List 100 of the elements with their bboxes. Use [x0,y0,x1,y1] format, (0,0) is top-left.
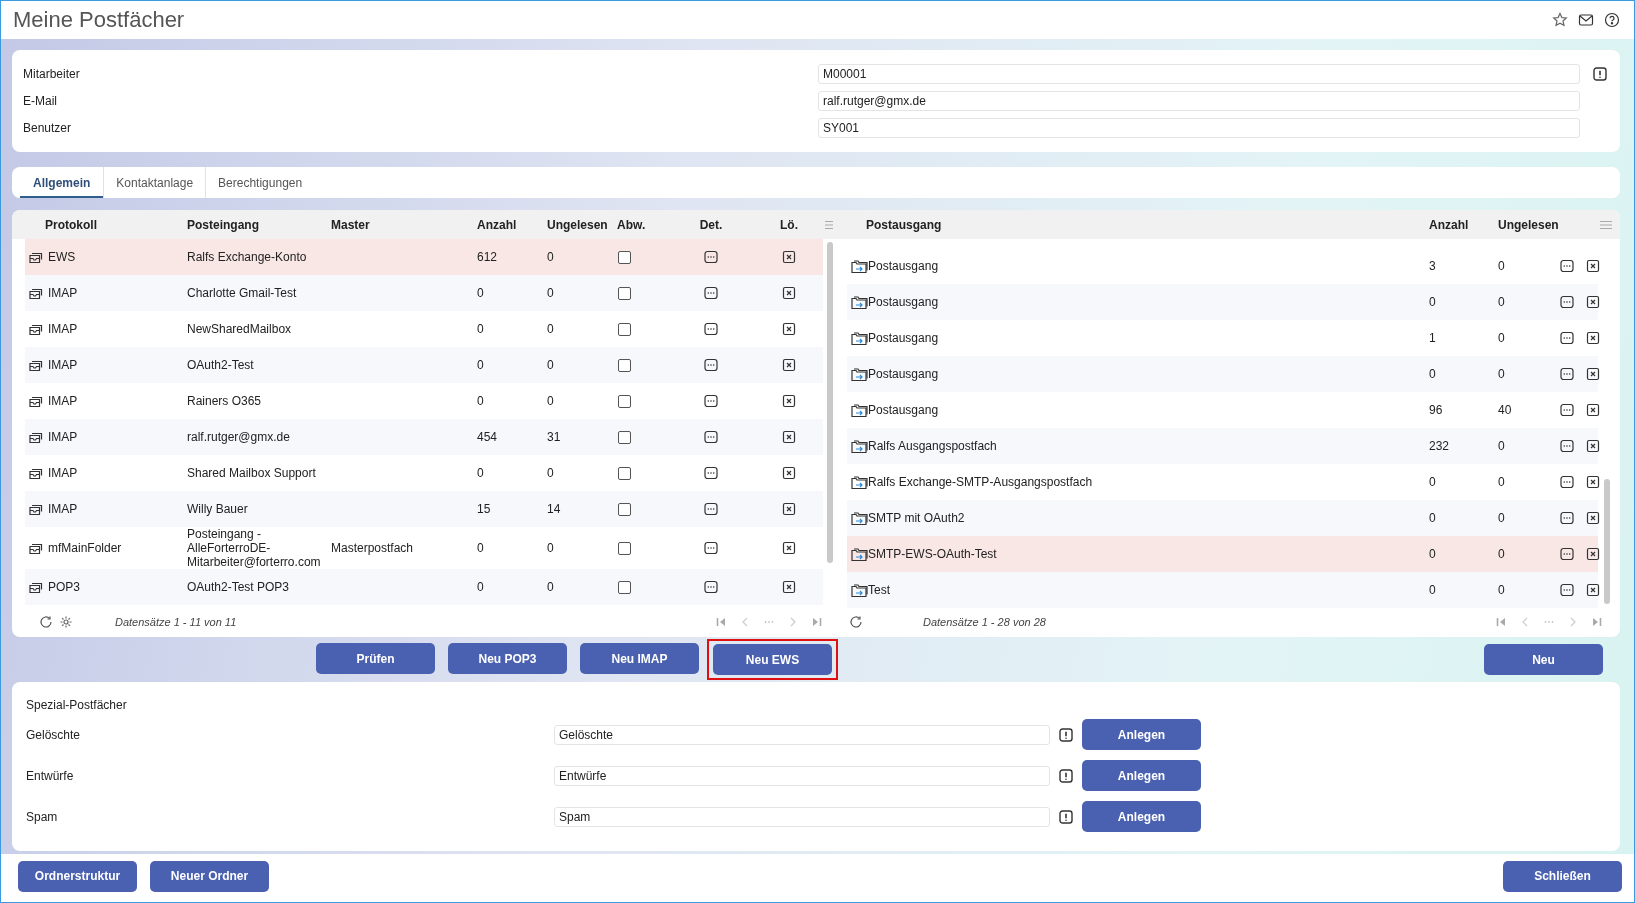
details-icon[interactable] [1560,583,1574,597]
table-row[interactable]: IMAP Willy Bauer 15 14 [25,491,823,527]
input-field[interactable]: Gelöschte [554,724,1050,745]
delete-icon[interactable] [1586,439,1600,453]
alert-icon[interactable] [1059,809,1073,824]
delete-icon[interactable] [782,466,796,480]
delete-icon[interactable] [782,358,796,372]
delete-icon[interactable] [1586,403,1600,417]
delete-icon[interactable] [782,250,796,264]
table-row[interactable]: IMAP Shared Mailbox Support 0 0 [25,455,823,491]
column-header[interactable]: Det. [667,217,755,232]
alert-icon[interactable] [1059,727,1073,742]
delete-icon[interactable] [1586,547,1600,561]
table-row[interactable]: EWS Ralfs Exchange-Konto 612 0 [25,239,823,275]
details-icon[interactable] [704,358,718,372]
table-row[interactable]: Ralfs Exchange-SMTP-Ausgangspostfach 0 0 [847,464,1598,500]
tab[interactable]: Kontaktanlage [104,167,207,198]
create-button[interactable]: Anlegen [1082,760,1201,791]
delete-icon[interactable] [1586,475,1600,489]
table-row[interactable]: IMAP OAuth2-Test 0 0 [25,347,823,383]
checkbox[interactable] [618,580,631,594]
action-button[interactable]: Neu [1484,644,1603,675]
checkbox[interactable] [618,286,631,300]
checkbox[interactable] [618,358,631,372]
column-header[interactable]: Protokoll [25,217,187,232]
table-row[interactable]: IMAP NewSharedMailbox 0 0 [25,311,823,347]
column-header[interactable]: Master [331,217,477,232]
details-icon[interactable] [704,394,718,408]
refresh-icon[interactable] [849,614,863,629]
details-icon[interactable] [1560,259,1574,273]
details-icon[interactable] [1560,475,1574,489]
tab[interactable]: Berechtigungen [206,167,315,198]
delete-icon[interactable] [1586,583,1600,597]
create-button[interactable]: Anlegen [1082,801,1201,832]
details-icon[interactable] [1560,439,1574,453]
checkbox[interactable] [618,502,631,516]
delete-icon[interactable] [782,541,796,555]
table-row[interactable]: Postausgang 3 0 [847,248,1598,284]
details-icon[interactable] [704,286,718,300]
table-row[interactable]: mfMainFolder Posteingang - AlleForterroDE-Mitarbeiter@forterro.com Masterpostfach 0 0 [25,527,823,569]
action-button[interactable]: Neu EWS [713,644,832,675]
table-row[interactable]: IMAP Rainers O365 0 0 [25,383,823,419]
action-button[interactable]: Neu POP3 [448,643,567,674]
close-button[interactable]: Schließen [1503,860,1622,892]
delete-icon[interactable] [1586,295,1600,309]
table-row[interactable]: Postausgang 0 0 [847,356,1598,392]
checkbox[interactable] [618,541,631,555]
table-row[interactable]: Postausgang 0 0 [847,284,1598,320]
details-icon[interactable] [704,250,718,264]
input-field[interactable]: SY001 [818,118,1580,138]
action-button[interactable]: Ordnerstruktur [18,860,137,892]
action-button[interactable]: Prüfen [316,643,435,674]
alert-icon[interactable] [1593,67,1607,81]
delete-icon[interactable] [1586,331,1600,345]
details-icon[interactable] [704,502,718,516]
table-row[interactable]: Test 0 0 [847,572,1598,608]
delete-icon[interactable] [782,394,796,408]
details-icon[interactable] [1560,331,1574,345]
table-row[interactable]: Postausgang 96 40 [847,392,1598,428]
delete-icon[interactable] [782,502,796,516]
column-header[interactable]: Posteingang [187,217,331,232]
table-row[interactable]: SMTP mit OAuth2 0 0 [847,500,1598,536]
alert-icon[interactable] [1059,768,1073,783]
details-icon[interactable] [704,541,718,555]
scrollbar-thumb[interactable] [1604,479,1610,604]
details-icon[interactable] [1560,511,1574,525]
input-field[interactable]: Entwürfe [554,765,1050,786]
settings-icon[interactable] [59,614,73,629]
details-icon[interactable] [704,466,718,480]
column-header[interactable]: Ungelesen [547,217,617,232]
table-row[interactable]: Postausgang 1 0 [847,320,1598,356]
input-field[interactable]: M00001 [818,64,1580,84]
delete-icon[interactable] [782,322,796,336]
details-icon[interactable] [704,322,718,336]
action-button[interactable]: Neu IMAP [580,643,699,674]
details-icon[interactable] [1560,403,1574,417]
details-icon[interactable] [1560,367,1574,381]
mail-icon[interactable] [1578,12,1594,28]
help-icon[interactable] [1604,12,1620,28]
checkbox[interactable] [618,430,631,444]
column-header[interactable]: Abw. [617,217,667,232]
column-header[interactable]: Lö. [755,217,823,232]
details-icon[interactable] [1560,547,1574,561]
delete-icon[interactable] [782,286,796,300]
details-icon[interactable] [704,580,718,594]
delete-icon[interactable] [782,430,796,444]
table-row[interactable]: Ralfs Ausgangspostfach 232 0 [847,428,1598,464]
table-row[interactable]: IMAP Charlotte Gmail-Test 0 0 [25,275,823,311]
checkbox[interactable] [618,394,631,408]
checkbox[interactable] [618,250,631,264]
action-button[interactable]: Neuer Ordner [150,860,269,892]
delete-icon[interactable] [1586,511,1600,525]
column-header[interactable]: Anzahl [477,217,547,232]
create-button[interactable]: Anlegen [1082,719,1201,750]
checkbox[interactable] [618,322,631,336]
delete-icon[interactable] [1586,259,1600,273]
details-icon[interactable] [704,430,718,444]
star-icon[interactable] [1552,12,1568,28]
table-row[interactable]: SMTP-EWS-OAuth-Test 0 0 [847,536,1598,572]
checkbox[interactable] [618,466,631,480]
